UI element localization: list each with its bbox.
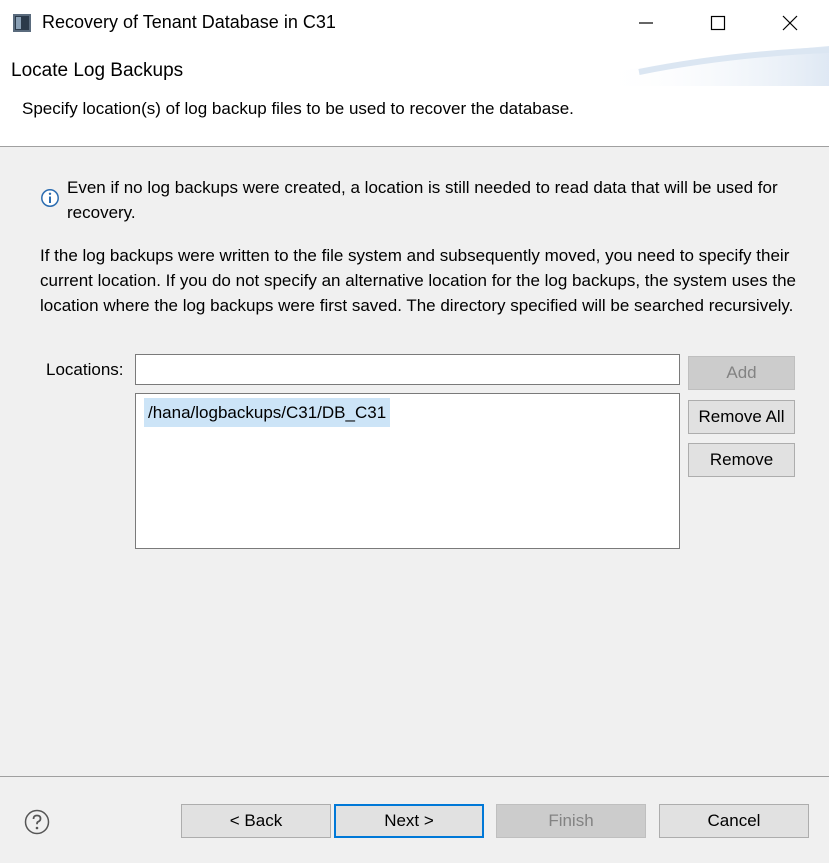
app-icon xyxy=(13,14,31,32)
maximize-button[interactable] xyxy=(682,0,754,46)
info-icon xyxy=(41,189,59,207)
maximize-icon xyxy=(710,15,726,31)
header-banner-graphic xyxy=(599,46,829,86)
next-button[interactable]: Next > xyxy=(334,804,484,838)
minimize-icon xyxy=(639,22,653,24)
back-button[interactable]: < Back xyxy=(181,804,331,838)
help-icon[interactable] xyxy=(24,809,50,835)
page-description: Specify location(s) of log backup files … xyxy=(22,99,574,118)
list-item[interactable]: /hana/logbackups/C31/DB_C31 xyxy=(144,398,391,427)
finish-button[interactable]: Finish xyxy=(496,804,646,838)
locations-list[interactable]: /hana/logbackups/C31/DB_C31 xyxy=(135,393,680,549)
title-bar: Recovery of Tenant Database in C31 xyxy=(0,0,829,46)
location-input[interactable] xyxy=(135,354,680,385)
cancel-button[interactable]: Cancel xyxy=(659,804,809,838)
remove-all-button[interactable]: Remove All xyxy=(688,400,795,434)
close-button[interactable] xyxy=(754,0,826,46)
add-button[interactable]: Add xyxy=(688,356,795,390)
locations-label: Locations: xyxy=(46,360,124,379)
wizard-header: Locate Log Backups Specify location(s) o… xyxy=(0,46,829,147)
explanation-text: If the log backups were written to the f… xyxy=(40,246,796,315)
remove-button[interactable]: Remove xyxy=(688,443,795,477)
window-title: Recovery of Tenant Database in C31 xyxy=(42,12,336,32)
footer-separator xyxy=(0,776,829,777)
page-title: Locate Log Backups xyxy=(11,60,184,81)
minimize-button[interactable] xyxy=(610,0,682,46)
close-icon xyxy=(782,15,798,31)
info-message: Even if no log backups were created, a l… xyxy=(67,178,778,222)
